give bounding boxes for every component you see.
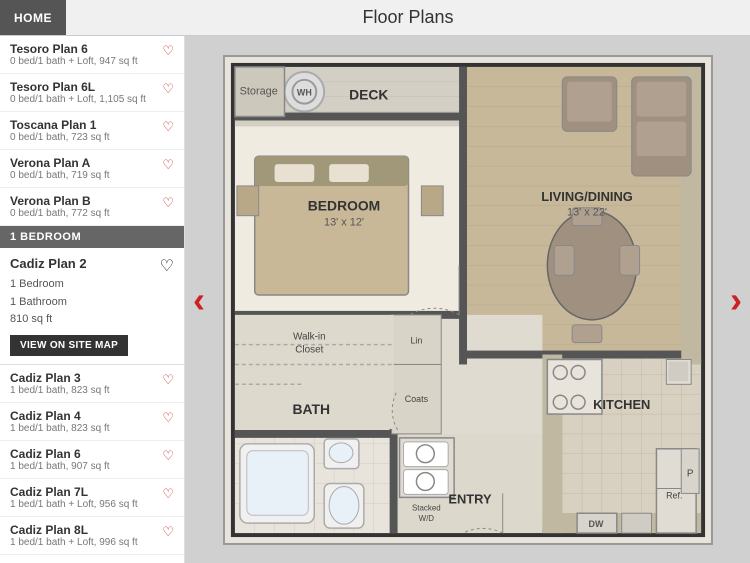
favorite-icon[interactable]: ♡ (162, 372, 174, 388)
favorite-icon[interactable]: ♡ (162, 157, 174, 173)
plans-above-list: Tesoro Plan 6L 0 bed/1 bath + Loft, 1,10… (0, 74, 184, 226)
list-item[interactable]: Tesoro Plan 6 0 bed/1 bath + Loft, 947 s… (0, 36, 184, 74)
active-plan-bed: 1 Bedroom (10, 276, 174, 294)
favorite-icon[interactable]: ♡ (162, 119, 174, 135)
svg-text:BEDROOM: BEDROOM (307, 197, 379, 213)
favorite-icon[interactable]: ♡ (162, 43, 174, 59)
floor-plan-content: ‹ (185, 36, 750, 563)
list-item[interactable]: Cadiz Plan 6 1 bed/1 bath, 907 sq ft ♡ (0, 441, 184, 479)
favorite-icon[interactable]: ♡ (162, 410, 174, 426)
svg-text:Walk-in: Walk-in (292, 331, 325, 342)
svg-text:13' x 12': 13' x 12' (324, 216, 364, 228)
favorite-icon[interactable]: ♡ (162, 448, 174, 464)
svg-text:KITCHEN: KITCHEN (593, 397, 650, 412)
svg-text:Ref.: Ref. (666, 490, 682, 500)
page-title: Floor Plans (66, 7, 750, 28)
list-item[interactable]: Tesoro Plan 6L 0 bed/1 bath + Loft, 1,10… (0, 74, 184, 112)
svg-text:DECK: DECK (349, 86, 388, 102)
favorite-icon[interactable]: ♡ (162, 524, 174, 540)
svg-text:Storage: Storage (239, 85, 277, 97)
svg-text:Coats: Coats (404, 394, 428, 404)
svg-text:13' x 22': 13' x 22' (567, 206, 607, 218)
favorite-icon[interactable]: ♡ (162, 195, 174, 211)
active-plan-bath: 1 Bathroom (10, 294, 174, 312)
header: HOME Floor Plans (0, 0, 750, 36)
main-layout: Tesoro Plan 6 0 bed/1 bath + Loft, 947 s… (0, 36, 750, 563)
svg-text:BATH: BATH (292, 401, 330, 417)
active-favorite-icon[interactable]: ♡ (160, 256, 174, 276)
prev-arrow[interactable]: ‹ (193, 279, 205, 321)
active-plan-block: Cadiz Plan 2 ♡ 1 Bedroom 1 Bathroom 810 … (0, 248, 184, 365)
list-item[interactable]: Verona Plan B 0 bed/1 bath, 772 sq ft ♡ (0, 188, 184, 226)
favorite-icon[interactable]: ♡ (162, 486, 174, 502)
section-header-1bedroom: 1 BEDROOM (0, 226, 184, 248)
home-tab[interactable]: HOME (0, 0, 66, 35)
active-plan-sqft: 810 sq ft (10, 311, 174, 329)
next-arrow[interactable]: › (730, 279, 742, 321)
list-item[interactable]: Cadiz Plan 4 1 bed/1 bath, 823 sq ft ♡ (0, 403, 184, 441)
svg-text:DW: DW (588, 519, 603, 529)
list-item[interactable]: Verona Plan A 0 bed/1 bath, 719 sq ft ♡ (0, 150, 184, 188)
view-site-map-button[interactable]: VIEW ON SITE MAP (10, 335, 128, 356)
favorite-icon[interactable]: ♡ (162, 81, 174, 97)
active-plan-name: Cadiz Plan 2 (10, 256, 87, 271)
svg-text:W/D: W/D (418, 514, 434, 523)
list-item[interactable]: Cadiz Plan 7L 1 bed/1 bath + Loft, 956 s… (0, 479, 184, 517)
svg-text:Stacked: Stacked (412, 503, 441, 512)
list-item[interactable]: Cadiz Plan 8L 1 bed/1 bath + Loft, 996 s… (0, 517, 184, 555)
sidebar: Tesoro Plan 6 0 bed/1 bath + Loft, 947 s… (0, 36, 185, 563)
svg-text:WH: WH (296, 87, 311, 97)
svg-text:Closet: Closet (295, 344, 323, 355)
svg-text:LIVING/DINING: LIVING/DINING (541, 188, 633, 203)
svg-text:Lin: Lin (410, 335, 422, 345)
svg-text:ENTRY: ENTRY (448, 491, 492, 506)
list-item[interactable]: Toscana Plan 1 0 bed/1 bath, 723 sq ft ♡ (0, 112, 184, 150)
svg-text:P: P (686, 468, 693, 479)
floor-plan-diagram: WH (223, 55, 713, 545)
list-item[interactable]: Cadiz Plan 3 1 bed/1 bath, 823 sq ft ♡ (0, 365, 184, 403)
plans-below-list: Cadiz Plan 3 1 bed/1 bath, 823 sq ft ♡ C… (0, 365, 184, 563)
list-item[interactable]: Cadiz Plan 9 1 bed/1 bath, 1,000 sq ft ♡ (0, 555, 184, 563)
